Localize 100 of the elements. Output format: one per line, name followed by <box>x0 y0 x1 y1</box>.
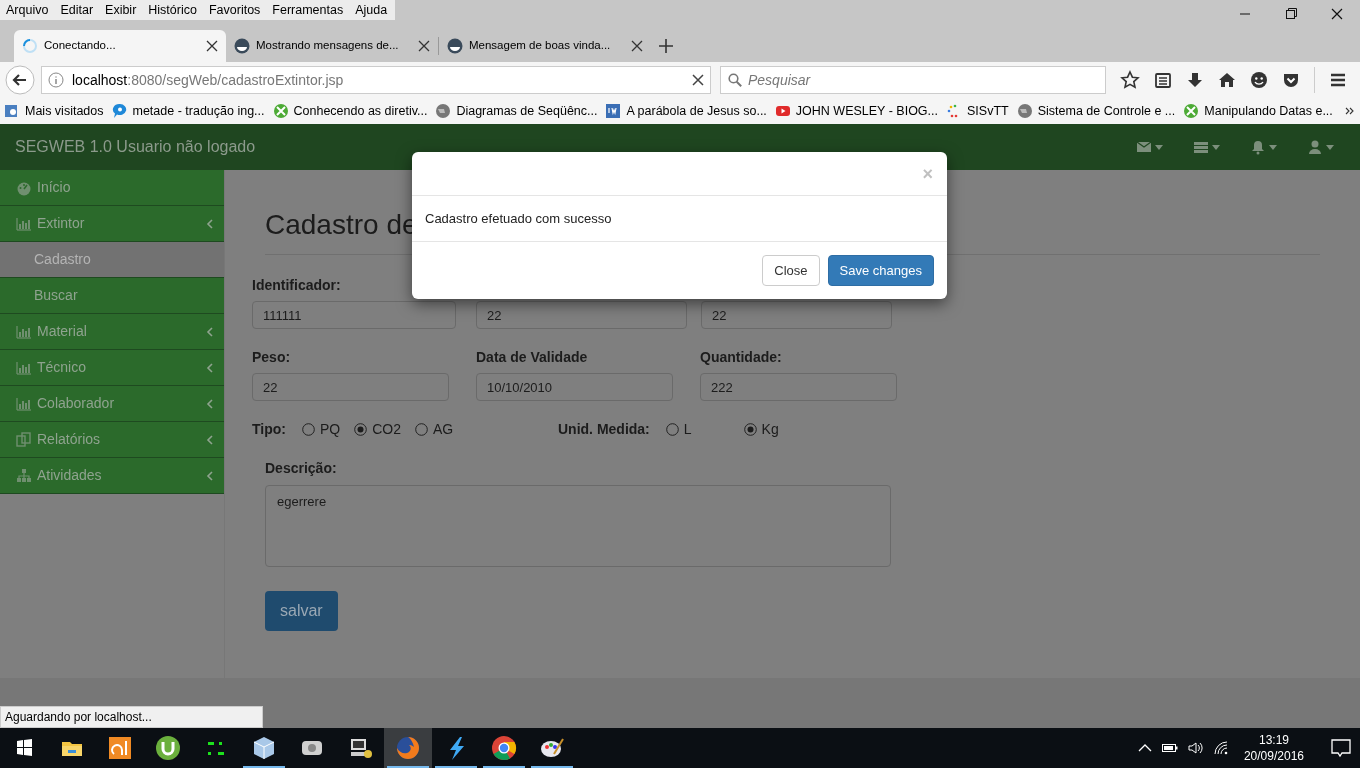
bar-chart-icon <box>16 215 32 232</box>
text-field[interactable]: 22 <box>476 301 687 329</box>
field-label: Data de Validade <box>476 348 588 367</box>
menu-item[interactable]: Ajuda <box>355 0 388 20</box>
field-label: Descrição: <box>265 459 337 478</box>
text-field[interactable]: 222 <box>700 373 897 401</box>
bookmark-link[interactable]: Sistema de Controle e ... <box>1016 101 1176 121</box>
bookmark-link[interactable]: A parábola de Jesus so... <box>605 101 767 121</box>
description-field[interactable]: egerrere <box>265 485 891 567</box>
radio-label: PQ <box>319 420 341 439</box>
battery-icon[interactable] <box>1161 743 1178 753</box>
reading-list-icon[interactable] <box>1154 71 1172 89</box>
save-changes-button[interactable]: Save changes <box>827 255 934 286</box>
bookmark-link[interactable]: Conhecendo as diretiv... <box>272 101 428 121</box>
app-brand[interactable]: SEGWEB 1.0 Usuario não logado <box>15 135 256 159</box>
menu-item[interactable]: Arquivo <box>6 0 49 20</box>
clock-date[interactable]: 20/09/2016 <box>1243 748 1304 764</box>
radio-label: AG <box>433 420 454 439</box>
menu-item[interactable]: Favoritos <box>208 0 261 20</box>
chevron-up-icon[interactable] <box>1137 743 1152 753</box>
square-app-icon <box>106 734 134 762</box>
cross-circle-icon <box>1183 103 1200 119</box>
list-icon[interactable] <box>1193 139 1209 155</box>
bar-chart-icon <box>16 323 32 340</box>
chevron-left-icon <box>206 218 214 229</box>
field-label: Quantidade: <box>700 348 782 367</box>
radio-group-label: Tipo: <box>252 420 286 439</box>
text-field[interactable]: 22 <box>701 301 892 329</box>
wifi-icon[interactable] <box>1213 741 1228 755</box>
caret-icon[interactable] <box>1212 144 1220 150</box>
menu-icon[interactable] <box>1329 71 1347 89</box>
radio-button[interactable] <box>301 423 315 436</box>
smiley-icon[interactable] <box>1250 71 1268 89</box>
close-tab-icon[interactable] <box>206 40 218 52</box>
radio-label: L <box>683 420 692 439</box>
home-icon[interactable] <box>1218 71 1236 89</box>
envelope-icon[interactable] <box>1136 139 1152 155</box>
bookmark-link[interactable]: Manipulando Datas e... <box>1183 101 1333 121</box>
close-modal-button[interactable]: Close <box>762 255 820 286</box>
browser-fox-icon <box>394 734 422 762</box>
chevron-left-icon <box>206 470 214 481</box>
chevron-more-icon[interactable] <box>1345 106 1355 116</box>
search-input[interactable]: Pesquisar <box>748 67 1098 93</box>
caret-icon[interactable] <box>1326 144 1334 150</box>
chevron-left-icon <box>206 434 214 445</box>
bookmark-link[interactable]: Mais visitados <box>4 101 104 121</box>
bookmark-link[interactable]: Diagramas de Seqüênc... <box>435 101 598 121</box>
menu-item[interactable]: Exibir <box>105 0 137 20</box>
bar-chart-icon <box>16 395 32 412</box>
chat-bubble-icon <box>111 103 128 119</box>
chrome-icon <box>490 734 518 762</box>
close-tab-icon[interactable] <box>631 40 643 52</box>
browser-tab[interactable]: Conectando... <box>14 30 226 62</box>
modal-message: Cadastro efetuado com sucesso <box>425 209 612 228</box>
text-field[interactable]: 10/10/2010 <box>476 373 673 401</box>
bookmark-link[interactable]: JOHN WESLEY - BIOG... <box>774 101 938 121</box>
bookmark-link[interactable]: SISvTT <box>946 101 1009 121</box>
field-label: Identificador: <box>252 276 341 295</box>
sitemap-icon <box>16 467 32 484</box>
user-icon[interactable] <box>1307 139 1323 155</box>
pocket-icon[interactable] <box>1282 71 1300 89</box>
text-field[interactable]: 22 <box>252 373 449 401</box>
search-icon <box>728 73 742 87</box>
bell-icon[interactable] <box>1250 139 1266 155</box>
search-field[interactable]: Pesquisar <box>720 66 1106 94</box>
radio-button[interactable] <box>415 423 428 436</box>
caret-icon[interactable] <box>1155 144 1163 150</box>
radio-label: CO2 <box>372 420 401 439</box>
notification-icon[interactable] <box>1330 738 1352 758</box>
copy-icon <box>16 431 32 448</box>
back-icon[interactable] <box>5 65 35 95</box>
bookmark-link[interactable]: metade - tradução ing... <box>111 101 265 121</box>
bar-chart-icon <box>16 359 32 376</box>
chevron-left-icon <box>206 362 214 373</box>
radio-button[interactable] <box>665 423 679 436</box>
radio-button[interactable] <box>354 423 368 436</box>
caret-icon[interactable] <box>1269 144 1277 150</box>
play-icon <box>774 103 791 119</box>
star-icon[interactable] <box>1120 70 1140 90</box>
info-icon[interactable] <box>48 72 64 88</box>
speaker-icon[interactable] <box>1187 741 1204 755</box>
menu-item[interactable]: Ferramentas <box>272 0 344 20</box>
torrent-icon <box>154 734 182 762</box>
chevron-left-icon <box>206 398 214 409</box>
bookmark-folder-icon <box>4 103 20 119</box>
radio-group-label: Unid. Medida: <box>558 420 650 439</box>
menu-item[interactable]: Histórico <box>148 0 197 20</box>
download-icon[interactable] <box>1186 71 1204 89</box>
clock-time[interactable]: 13:19 <box>1258 732 1289 748</box>
address-field[interactable]: localhost:8080/segWeb/cadastroExtintor.jsp <box>41 66 711 94</box>
clear-icon[interactable] <box>692 74 704 86</box>
cross-circle-icon <box>272 103 289 119</box>
text-field[interactable]: 111111 <box>252 301 456 329</box>
radio-label: Kg <box>761 420 779 439</box>
menu-item[interactable]: Editar <box>60 0 94 20</box>
status-text: Aguardando por localhost... <box>5 709 152 726</box>
save-button[interactable]: salvar <box>265 591 338 631</box>
field-label: Peso: <box>252 348 291 367</box>
radio-button[interactable] <box>743 423 757 436</box>
close-tab-icon[interactable] <box>418 40 430 52</box>
